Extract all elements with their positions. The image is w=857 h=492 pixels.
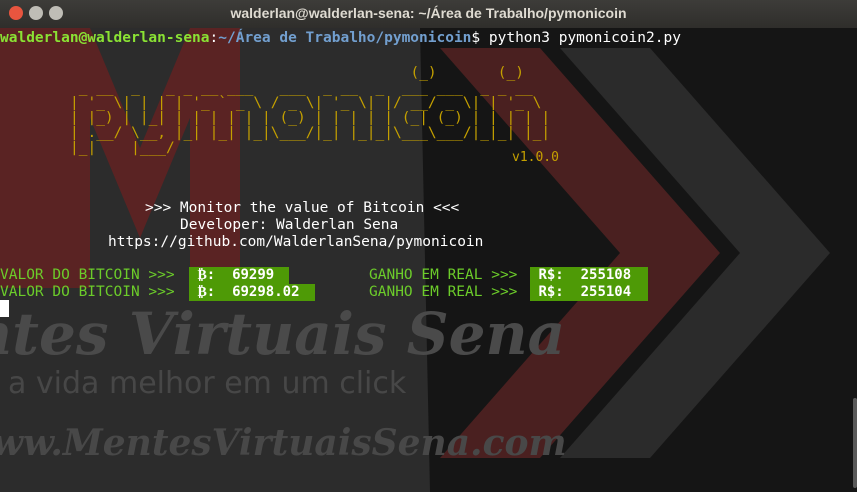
prompt-line: walderlan@walderlan-sena:~/Área de Traba… [0,30,681,47]
brl-value-box: R$: 255104 [530,284,648,301]
bitcoin-label: VALOR DO BITCOIN >>> [0,267,175,283]
gain-label: GANHO EM REAL >>> [369,267,518,283]
version-label: v1.0.0 [512,150,559,165]
brl-symbol: R$: [538,284,564,300]
info-developer: Developer: Walderlan Sena [180,217,399,233]
info-tagline: >>> Monitor the value of Bitcoin <<< [145,200,460,216]
watermark-slogan: a vida melhor em um click [8,366,407,401]
btc-value: 69299 [232,267,275,283]
brl-value: 255108 [580,267,632,283]
gain-label: GANHO EM REAL >>> [369,284,518,300]
btc-value: 69298.02 [232,284,300,300]
prompt-command: python3 pymonicoin2.py [480,30,681,46]
watermark-url: ww.MentesVirtuaisSena.com [0,422,567,464]
terminal-area[interactable]: ntes Virtuais Sena a vida melhor em um c… [0,28,857,492]
terminal-cursor [0,300,9,317]
brl-value-box: R$: 255108 [530,267,648,284]
brl-symbol: R$: [538,267,564,283]
btc-value-box: ₿: 69299 [189,267,289,284]
prompt-path: ~/Área de Trabalho/pymonicoin [218,30,472,46]
btc-symbol: ₿: [197,267,216,283]
ascii-logo: (_) (_) _ __ _ _ _ __ ___ ___ _ __ _ ___… [70,65,551,156]
bitcoin-label: VALOR DO BITCOIN >>> [0,284,175,300]
title-bar[interactable]: walderlan@walderlan-sena: ~/Área de Trab… [0,0,857,29]
prompt-user-host: walderlan@walderlan-sena [0,30,210,46]
prompt-symbol: $ [471,30,481,46]
scrollbar[interactable] [853,398,857,488]
prompt-separator: : [209,30,219,46]
info-url: https://github.com/WalderlanSena/pymonic… [108,234,484,250]
terminal-window: walderlan@walderlan-sena: ~/Área de Trab… [0,0,857,492]
watermark-title: ntes Virtuais Sena [0,300,566,368]
btc-symbol: ₿: [197,284,216,300]
window-title: walderlan@walderlan-sena: ~/Área de Trab… [230,5,627,21]
btc-value-box: ₿: 69298.02 [189,284,315,301]
brl-value: 255104 [580,284,632,300]
